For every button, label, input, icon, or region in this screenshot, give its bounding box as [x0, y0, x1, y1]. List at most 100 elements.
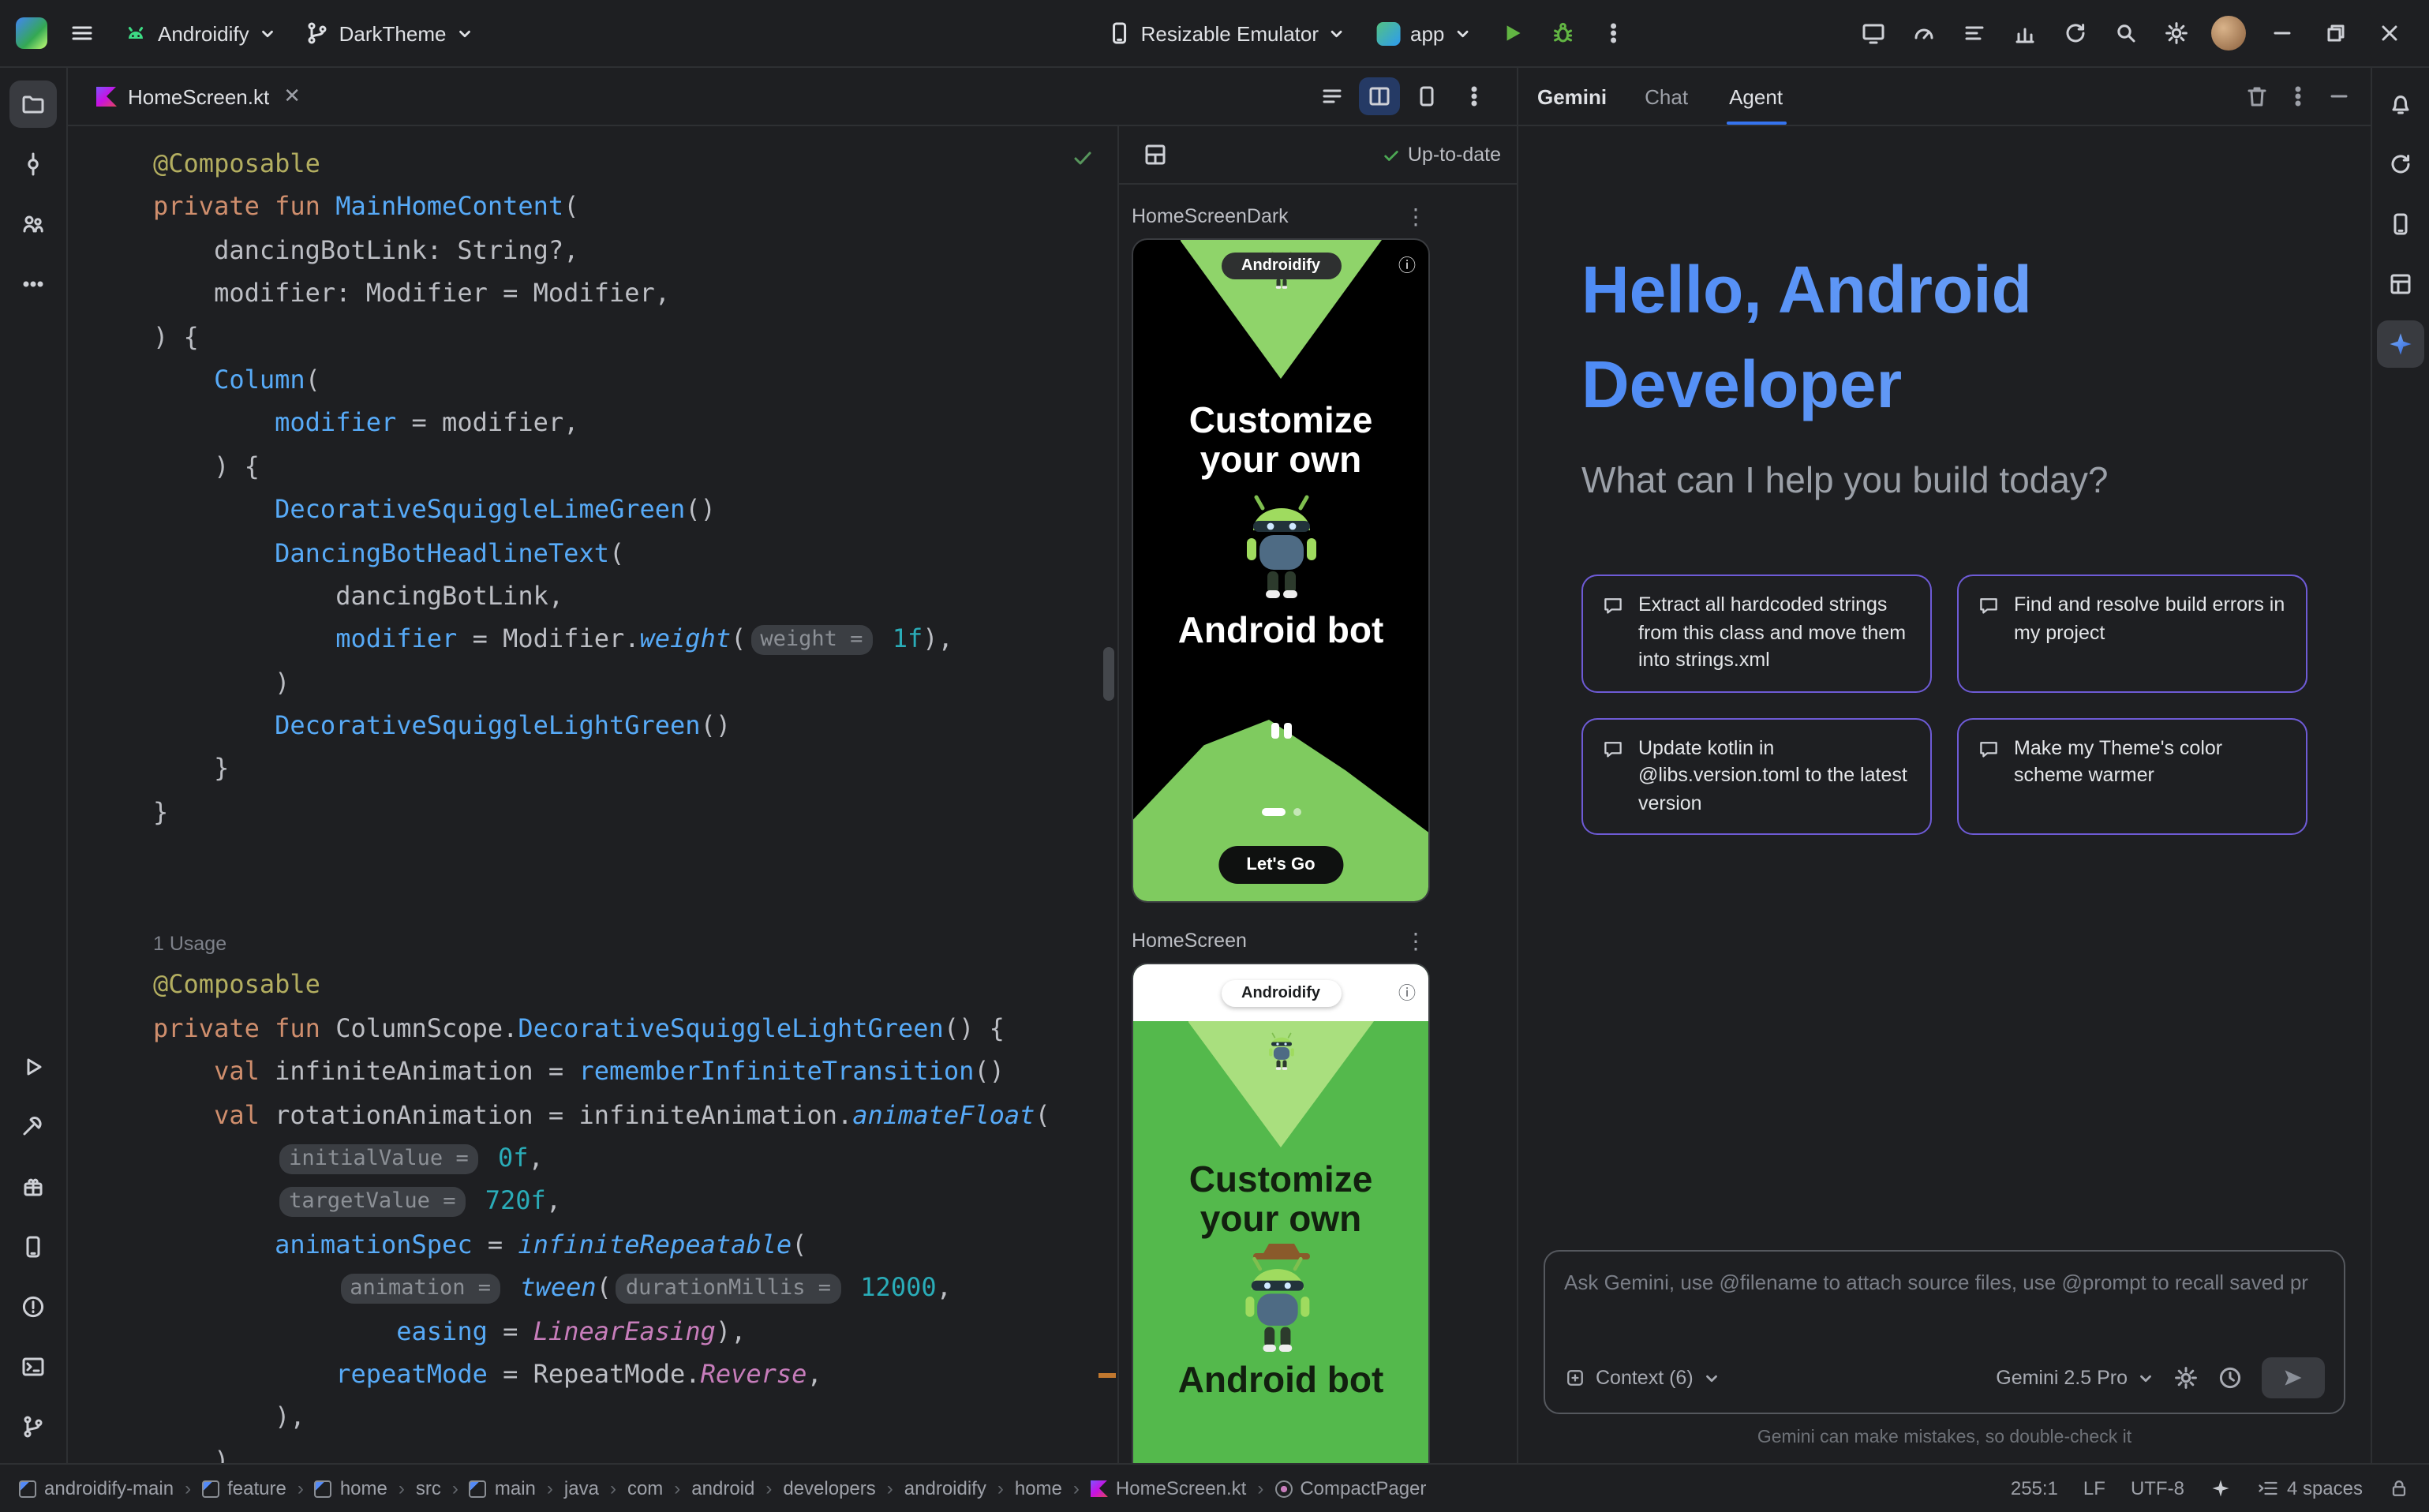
editor-scrollbar[interactable]: [1103, 647, 1114, 701]
version-control-tool-button[interactable]: [9, 1403, 57, 1450]
file-encoding[interactable]: UTF-8: [2131, 1477, 2184, 1499]
left-tool-rail: [0, 68, 68, 1463]
device-manager-tool-button[interactable]: [2377, 200, 2424, 248]
breadcrumb-item[interactable]: java: [564, 1477, 599, 1499]
logcat-button[interactable]: [1952, 11, 1997, 55]
preview-options-icon[interactable]: ⋮: [1405, 203, 1427, 230]
status-bar: androidify-main›feature›home›src›main›ja…: [0, 1463, 2429, 1512]
tab-chat[interactable]: Chat: [1641, 68, 1691, 125]
running-devices-button[interactable]: [1851, 11, 1896, 55]
code-line: repeatMode = RepeatMode.Reverse,: [153, 1353, 1117, 1396]
android-bot-hat-image: [1229, 1242, 1333, 1356]
editor-tab-homescreen[interactable]: HomeScreen.kt ✕: [80, 68, 316, 125]
close-window-button[interactable]: [2366, 11, 2413, 55]
editor-mode-split-button[interactable]: [1359, 77, 1400, 115]
profiler-button[interactable]: [1902, 11, 1946, 55]
project-selector[interactable]: Androidify: [110, 13, 289, 54]
device-manager-tool-button[interactable]: [9, 1223, 57, 1271]
gemini-suggestion-card[interactable]: Make my Theme's color scheme warmer: [1957, 718, 2307, 836]
hide-panel-icon[interactable]: [2326, 84, 2352, 109]
breadcrumb-item[interactable]: com: [627, 1477, 663, 1499]
more-tools-button[interactable]: [9, 260, 57, 308]
editor-options-button[interactable]: [1454, 77, 1495, 115]
breadcrumb-item[interactable]: android: [691, 1477, 754, 1499]
more-run-actions-button[interactable]: [1591, 11, 1635, 55]
context-chip[interactable]: Context (6): [1564, 1367, 1720, 1389]
terminal-tool-button[interactable]: [9, 1343, 57, 1390]
preview-homescreen-light[interactable]: Androidify ⓘ Customize your own Android …: [1132, 963, 1430, 1463]
preview-headline: Customize your own: [1162, 1160, 1399, 1240]
run-config-selector[interactable]: app: [1364, 13, 1484, 53]
sync-project-button[interactable]: [2053, 11, 2098, 55]
line-separator[interactable]: LF: [2083, 1477, 2105, 1499]
layout-inspector-tool-button[interactable]: [2377, 260, 2424, 308]
user-avatar[interactable]: [2211, 16, 2246, 51]
gemini-suggestion-card[interactable]: Update kotlin in @libs.version.toml to t…: [1581, 718, 1932, 836]
code-line: val rotationAnimation = infiniteAnimatio…: [153, 1093, 1117, 1136]
gradle-tool-button[interactable]: [2377, 140, 2424, 188]
device-selector[interactable]: Resizable Emulator: [1094, 13, 1358, 54]
monitor-icon: [1861, 21, 1886, 46]
breadcrumb-item[interactable]: HomeScreen.kt: [1091, 1477, 1246, 1499]
gemini-body: Hello, Android Developer What can I help…: [1518, 126, 2371, 836]
code-line: dancingBotLink: String?,: [153, 229, 1117, 272]
preview-layout-button[interactable]: [1135, 136, 1176, 174]
gemini-suggestion-card[interactable]: Find and resolve build errors in my proj…: [1957, 575, 2307, 693]
breadcrumb-item[interactable]: feature: [202, 1477, 286, 1499]
problems-tool-button[interactable]: [9, 1283, 57, 1330]
code-line: modifier = Modifier.weight(weight = 1f),: [153, 618, 1117, 661]
tab-agent[interactable]: Agent: [1726, 68, 1786, 125]
right-tool-rail: [2371, 68, 2429, 1463]
android-studio-window: Androidify DarkTheme Resizable Emulator …: [0, 0, 2429, 1512]
lets-go-button[interactable]: Let's Go: [1218, 846, 1343, 884]
search-everywhere-button[interactable]: [2104, 11, 2148, 55]
editor-mode-code-button[interactable]: [1312, 77, 1353, 115]
vcs-branch-selector[interactable]: DarkTheme: [292, 13, 486, 54]
breadcrumb-item[interactable]: androidify: [904, 1477, 986, 1499]
editor-mode-design-button[interactable]: [1406, 77, 1447, 115]
model-selector[interactable]: Gemini 2.5 Pro: [1996, 1367, 2154, 1389]
code-editor[interactable]: @Composableprivate fun MainHomeContent( …: [68, 126, 1117, 1463]
minimize-window-button[interactable]: [2259, 11, 2306, 55]
kebab-icon[interactable]: [2285, 84, 2311, 109]
preview-headline: Customize your own: [1162, 401, 1399, 481]
notifications-tool-button[interactable]: [2377, 80, 2424, 128]
gemini-suggestion-card[interactable]: Extract all hardcoded strings from this …: [1581, 575, 1932, 693]
code-line: private fun ColumnScope.DecorativeSquigg…: [153, 1007, 1117, 1050]
send-button[interactable]: [2262, 1357, 2325, 1398]
gemini-prompt-box[interactable]: Ask Gemini, use @filename to attach sour…: [1544, 1250, 2345, 1414]
gemini-settings-icon[interactable]: [2173, 1365, 2199, 1390]
caret-position[interactable]: 255:1: [2011, 1477, 2058, 1499]
inspections-ok-icon[interactable]: [1070, 145, 1095, 170]
run-tool-button[interactable]: [9, 1043, 57, 1091]
file-lock-status[interactable]: [2388, 1477, 2410, 1499]
breadcrumb-item[interactable]: src: [416, 1477, 441, 1499]
project-tool-button[interactable]: [9, 80, 57, 128]
commit-tool-button[interactable]: [9, 140, 57, 188]
app-insights-button[interactable]: [2003, 11, 2047, 55]
breadcrumb-item[interactable]: home: [1015, 1477, 1062, 1499]
releases-tool-button[interactable]: [9, 1163, 57, 1211]
breadcrumb-item[interactable]: CompactPager: [1274, 1477, 1426, 1499]
indent-setting[interactable]: 4 spaces: [2257, 1477, 2363, 1499]
phone-icon: [2388, 211, 2413, 237]
preview-homescreen-dark[interactable]: Androidify ⓘ Customize your own Android …: [1132, 238, 1430, 903]
debug-button[interactable]: [1540, 11, 1585, 55]
preview-options-icon[interactable]: ⋮: [1405, 927, 1427, 954]
run-button[interactable]: [1490, 11, 1534, 55]
breadcrumb-item[interactable]: main: [470, 1477, 536, 1499]
trash-icon[interactable]: [2244, 84, 2270, 109]
breadcrumb-item[interactable]: developers: [783, 1477, 875, 1499]
breadcrumb-item[interactable]: androidify-main: [19, 1477, 174, 1499]
history-icon[interactable]: [2218, 1365, 2243, 1390]
toolbar-right-actions: [1851, 11, 2413, 55]
main-menu-button[interactable]: [57, 13, 107, 54]
breadcrumb-item[interactable]: home: [315, 1477, 387, 1499]
settings-button[interactable]: [2154, 11, 2199, 55]
tab-close-icon[interactable]: ✕: [283, 84, 301, 109]
pull-requests-tool-button[interactable]: [9, 200, 57, 248]
build-tool-button[interactable]: [9, 1103, 57, 1151]
ai-status-item[interactable]: [2210, 1477, 2232, 1499]
gemini-tool-button[interactable]: [2377, 320, 2424, 368]
restore-window-button[interactable]: [2312, 11, 2360, 55]
